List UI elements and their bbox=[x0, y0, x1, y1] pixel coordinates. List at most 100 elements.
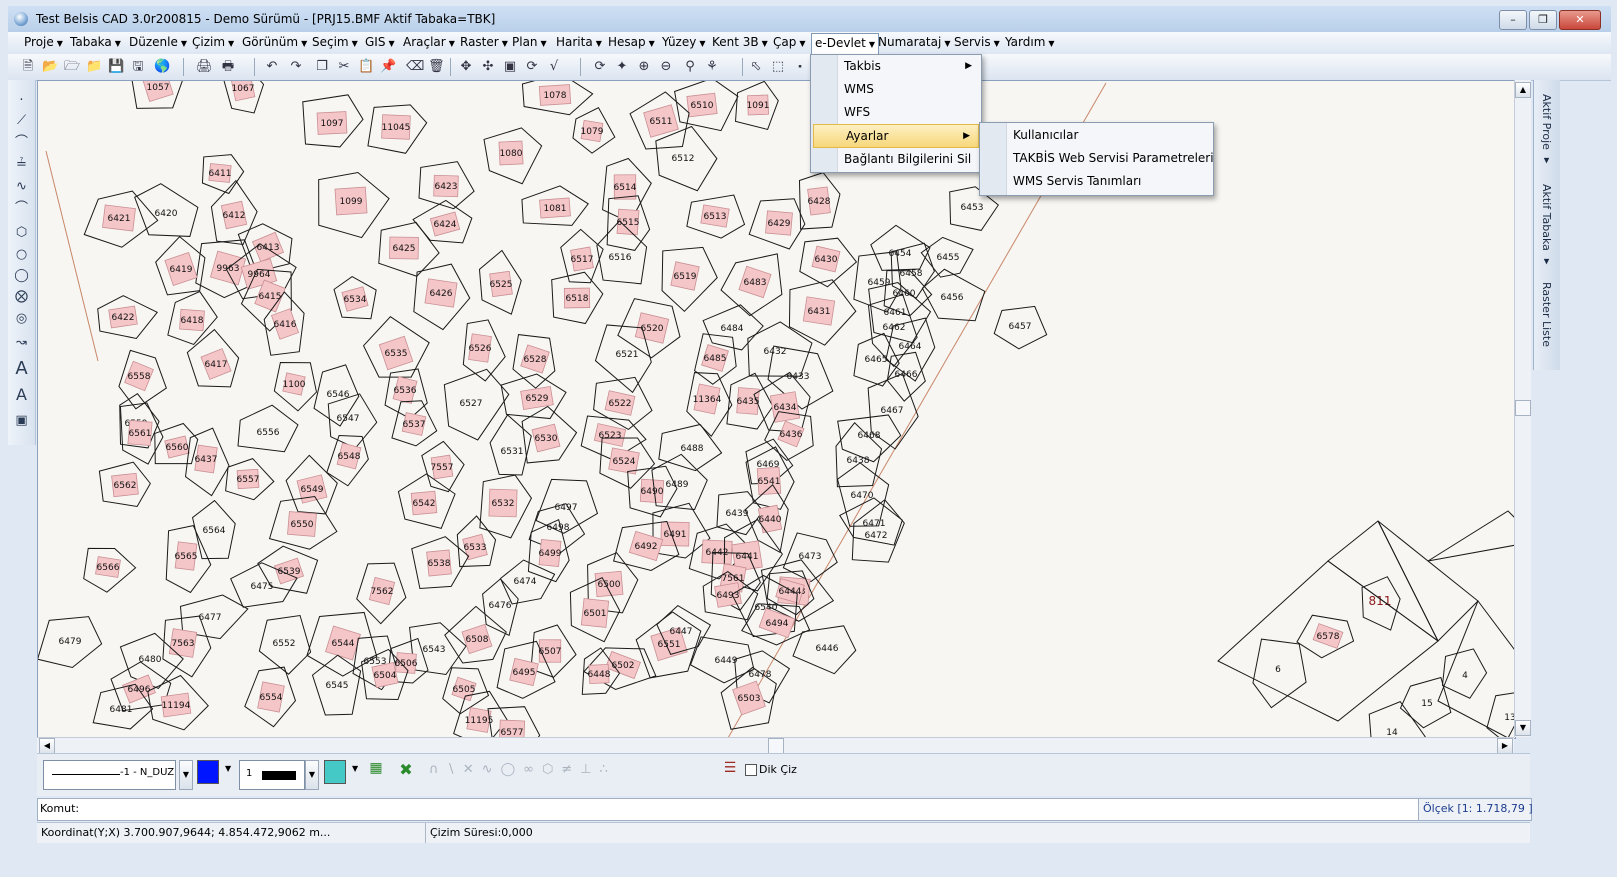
parcel[interactable]: 6517 bbox=[560, 228, 604, 284]
menu-secim[interactable]: Seçim ▼ bbox=[312, 35, 358, 49]
parcel[interactable]: 6528 bbox=[512, 334, 556, 389]
parcel[interactable]: 6418 bbox=[167, 290, 218, 346]
parcel[interactable]: 6505 bbox=[442, 667, 490, 715]
parcel[interactable]: 6507 bbox=[530, 624, 577, 678]
menu-numarataj[interactable]: Numarataj ▼ bbox=[878, 35, 950, 49]
parcel[interactable]: 6518 bbox=[551, 271, 604, 325]
close-button[interactable]: ✕ bbox=[1559, 10, 1601, 30]
menu-edevlet[interactable]: e-Devlet ▼ bbox=[811, 33, 880, 54]
open-icon[interactable]: 📂 bbox=[42, 59, 58, 75]
dik-ciz-checkbox[interactable] bbox=[745, 764, 757, 776]
parcel[interactable]: 7557 bbox=[421, 440, 465, 493]
parcel[interactable]: 6454 bbox=[870, 224, 931, 271]
parcel[interactable]: 6511 bbox=[629, 91, 690, 150]
menu-araclar[interactable]: Araçlar ▼ bbox=[403, 35, 455, 49]
menu-gis[interactable]: GIS ▼ bbox=[365, 35, 395, 49]
parcel[interactable]: 6529 bbox=[500, 373, 567, 420]
parcel[interactable]: 6534 bbox=[333, 275, 377, 320]
parcel[interactable]: 1057 bbox=[131, 81, 184, 109]
parcel[interactable]: 6547 bbox=[327, 393, 378, 449]
horizontal-scrollbar[interactable]: ◀ ▶ bbox=[37, 737, 1514, 754]
parcel[interactable]: 6419 bbox=[155, 235, 206, 296]
parcel[interactable]: 811 bbox=[1361, 576, 1401, 631]
arc-icon[interactable]: ⌒ bbox=[13, 200, 30, 217]
parcel[interactable]: 6541 bbox=[745, 446, 795, 510]
menu-kent3b[interactable]: Kent 3B ▼ bbox=[712, 35, 768, 49]
parcel[interactable]: 6527 bbox=[443, 368, 510, 441]
parcel[interactable]: 6431 bbox=[788, 279, 857, 346]
scale-icon[interactable]: ▣ bbox=[502, 59, 518, 75]
dock-tab-raster-liste[interactable]: Raster Liste bbox=[1540, 282, 1553, 347]
copy-icon[interactable]: ❐ bbox=[314, 59, 330, 75]
parcel[interactable]: 6457 bbox=[993, 305, 1048, 350]
select-window-icon[interactable]: ⬚ bbox=[770, 59, 786, 75]
cut-icon[interactable]: ✂ bbox=[336, 59, 352, 75]
parcel[interactable]: 1099 bbox=[318, 171, 390, 239]
parcel[interactable]: 6429 bbox=[748, 198, 806, 250]
parcel[interactable]: 6 bbox=[1252, 638, 1307, 709]
parcel[interactable]: 6535 bbox=[362, 316, 430, 378]
vertical-scroll-thumb[interactable] bbox=[1515, 400, 1531, 416]
save-icon[interactable]: 💾 bbox=[108, 59, 124, 75]
drawing-canvas[interactable]: 1057 1067 1078 6510 1091 1097 11045 1080 1079 651… bbox=[37, 80, 1516, 739]
menu-cizim[interactable]: Çizim ▼ bbox=[192, 35, 234, 49]
parcel[interactable]: 6556 bbox=[237, 404, 299, 453]
large-parcel[interactable] bbox=[1427, 510, 1515, 562]
polygon-icon[interactable]: ⬡ bbox=[13, 224, 30, 241]
menu-yuzey[interactable]: Yüzey ▼ bbox=[662, 35, 706, 49]
select-arrow-icon[interactable]: ⬁ bbox=[748, 59, 764, 75]
cancel-x-icon[interactable]: ✖ bbox=[397, 760, 415, 779]
zoom-extents-icon[interactable]: ✦ bbox=[614, 59, 630, 75]
menu-harita[interactable]: Harita ▼ bbox=[556, 35, 602, 49]
point-icon[interactable]: · bbox=[13, 92, 30, 109]
parcel[interactable]: 6525 bbox=[478, 249, 522, 315]
linetype-selector[interactable]: -1 - N_DUZ bbox=[43, 760, 176, 790]
measure-icon[interactable]: ↝ bbox=[13, 334, 30, 351]
parcel[interactable]: 6474 bbox=[499, 559, 556, 605]
redo-icon[interactable]: ↷ bbox=[288, 59, 304, 75]
parcel[interactable]: 1091 bbox=[734, 81, 779, 131]
parcel[interactable]: 6548 bbox=[326, 434, 369, 487]
parcel[interactable]: 6533 bbox=[456, 515, 497, 568]
parcel[interactable]: 6513 bbox=[686, 194, 746, 239]
paste-icon[interactable]: 📋 bbox=[358, 59, 374, 75]
parcel[interactable]: 6422 bbox=[97, 295, 159, 340]
parcel[interactable]: 1097 bbox=[302, 94, 364, 148]
google-earth-icon[interactable]: 🌎 bbox=[154, 59, 170, 75]
horizontal-scroll-thumb[interactable] bbox=[768, 738, 784, 754]
submenu-item-takbis-web-servisi[interactable]: TAKBİS Web Servisi Parametreleri bbox=[981, 147, 1214, 169]
parcel[interactable]: 6545 bbox=[311, 654, 362, 716]
parcel[interactable]: 6515 bbox=[606, 195, 651, 251]
parcel[interactable]: 6426 bbox=[413, 263, 471, 331]
eraser-icon[interactable]: ⌫ bbox=[406, 59, 424, 75]
submenu-item-wms-servis-tanimlari[interactable]: WMS Servis Tanımları bbox=[981, 170, 1212, 192]
parcel[interactable]: 6560 bbox=[154, 422, 199, 465]
parcel[interactable]: 6432 bbox=[747, 321, 813, 377]
line-color-dropdown-arrow[interactable]: ▼ bbox=[225, 764, 231, 773]
parcel[interactable]: 6417 bbox=[186, 328, 240, 388]
menu-raster[interactable]: Raster ▼ bbox=[460, 35, 508, 49]
layers-icon[interactable]: ☰ bbox=[721, 760, 739, 778]
parcel[interactable]: 6557 bbox=[225, 458, 275, 501]
parcel[interactable]: 11195 bbox=[453, 690, 508, 738]
parcel[interactable]: 6537 bbox=[391, 400, 438, 447]
parcel[interactable]: 6550 bbox=[268, 495, 338, 550]
parcel[interactable]: 6561 bbox=[119, 402, 164, 465]
menu-gorunum[interactable]: Görünüm ▼ bbox=[242, 35, 307, 49]
menu-hesap[interactable]: Hesap ▼ bbox=[608, 35, 655, 49]
move-icon[interactable]: ✥ bbox=[458, 59, 474, 75]
spline-icon[interactable]: ∿ bbox=[13, 178, 30, 195]
circle-icon[interactable]: ○ bbox=[13, 246, 30, 263]
parcel[interactable]: 6411 bbox=[201, 154, 245, 195]
parcel[interactable]: 11045 bbox=[367, 104, 428, 154]
parcel[interactable]: 6564 bbox=[191, 499, 236, 560]
scroll-left-button[interactable]: ◀ bbox=[39, 738, 55, 754]
parcel[interactable]: 6510 bbox=[674, 81, 739, 132]
line-width-dropdown-arrow[interactable]: ▼ bbox=[305, 760, 319, 790]
zoom-out-icon[interactable]: ⊖ bbox=[658, 59, 674, 75]
delete-icon[interactable]: 🗑 bbox=[428, 59, 445, 75]
parcel[interactable]: 6439 bbox=[716, 491, 764, 536]
image-insert-icon[interactable]: ▣ bbox=[13, 412, 30, 429]
vertical-scrollbar[interactable]: ▲ ▼ bbox=[1514, 80, 1531, 737]
parcel[interactable]: 1100 bbox=[273, 361, 318, 412]
